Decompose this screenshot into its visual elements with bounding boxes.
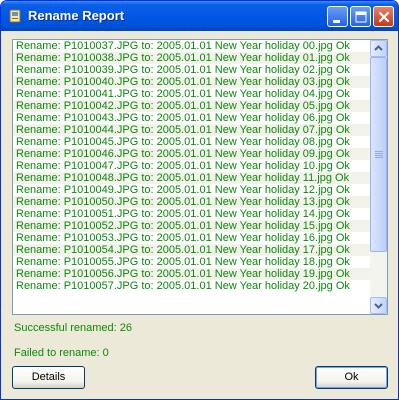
failed-count: Failed to rename: 0 <box>14 347 109 359</box>
thumb-grip-line <box>375 155 383 156</box>
close-icon <box>378 11 390 23</box>
report-line[interactable]: Rename: P1010044.JPG to: 2005.01.01 New … <box>13 124 370 136</box>
details-button[interactable]: Details <box>12 366 85 389</box>
minimize-icon <box>333 20 340 23</box>
report-line[interactable]: Rename: P1010050.JPG to: 2005.01.01 New … <box>13 196 370 208</box>
chevron-up-icon <box>374 45 383 51</box>
scroll-down-button[interactable] <box>370 297 387 314</box>
report-line[interactable]: Rename: P1010037.JPG to: 2005.01.01 New … <box>13 40 370 52</box>
report-line[interactable]: Rename: P1010053.JPG to: 2005.01.01 New … <box>13 232 370 244</box>
thumb-grip-line <box>375 157 383 158</box>
window-title: Rename Report <box>28 8 125 23</box>
dialog-body: Rename: P1010037.JPG to: 2005.01.01 New … <box>4 31 395 398</box>
report-line[interactable]: Rename: P1010056.JPG to: 2005.01.01 New … <box>13 268 370 280</box>
report-line[interactable]: Rename: P1010042.JPG to: 2005.01.01 New … <box>13 100 370 112</box>
close-button[interactable] <box>373 6 394 27</box>
report-line[interactable]: Rename: P1010055.JPG to: 2005.01.01 New … <box>13 256 370 268</box>
report-line[interactable]: Rename: P1010049.JPG to: 2005.01.01 New … <box>13 184 370 196</box>
maximize-button[interactable] <box>350 6 371 27</box>
report-line[interactable]: Rename: P1010039.JPG to: 2005.01.01 New … <box>13 64 370 76</box>
report-line[interactable]: Rename: P1010046.JPG to: 2005.01.01 New … <box>13 148 370 160</box>
chevron-down-icon <box>374 303 383 309</box>
success-count: Successful renamed: 26 <box>14 322 133 334</box>
report-line[interactable]: Rename: P1010048.JPG to: 2005.01.01 New … <box>13 172 370 184</box>
ok-button[interactable]: Ok <box>315 366 388 389</box>
rename-report-window: Rename Report Rename: P1010037.JPG to: 2… <box>0 0 399 400</box>
report-line[interactable]: Rename: P1010045.JPG to: 2005.01.01 New … <box>13 136 370 148</box>
scroll-thumb[interactable] <box>370 57 387 252</box>
maximize-icon <box>355 11 367 23</box>
vertical-scrollbar[interactable] <box>370 40 387 314</box>
report-rows: Rename: P1010037.JPG to: 2005.01.01 New … <box>13 40 370 292</box>
thumb-grip-line <box>375 153 383 154</box>
thumb-grip-line <box>375 151 383 152</box>
report-line[interactable]: Rename: P1010038.JPG to: 2005.01.01 New … <box>13 52 370 64</box>
report-line[interactable]: Rename: P1010057.JPG to: 2005.01.01 New … <box>13 280 370 292</box>
report-line[interactable]: Rename: P1010051.JPG to: 2005.01.01 New … <box>13 208 370 220</box>
report-line[interactable]: Rename: P1010054.JPG to: 2005.01.01 New … <box>13 244 370 256</box>
scroll-up-button[interactable] <box>370 40 387 57</box>
report-line[interactable]: Rename: P1010043.JPG to: 2005.01.01 New … <box>13 112 370 124</box>
report-line[interactable]: Rename: P1010041.JPG to: 2005.01.01 New … <box>13 88 370 100</box>
title-bar[interactable]: Rename Report <box>1 1 398 31</box>
report-line[interactable]: Rename: P1010047.JPG to: 2005.01.01 New … <box>13 160 370 172</box>
report-line[interactable]: Rename: P1010052.JPG to: 2005.01.01 New … <box>13 220 370 232</box>
report-listbox[interactable]: Rename: P1010037.JPG to: 2005.01.01 New … <box>12 39 388 315</box>
report-line[interactable]: Rename: P1010040.JPG to: 2005.01.01 New … <box>13 76 370 88</box>
rename-app-icon <box>7 8 23 24</box>
minimize-button[interactable] <box>327 6 348 27</box>
